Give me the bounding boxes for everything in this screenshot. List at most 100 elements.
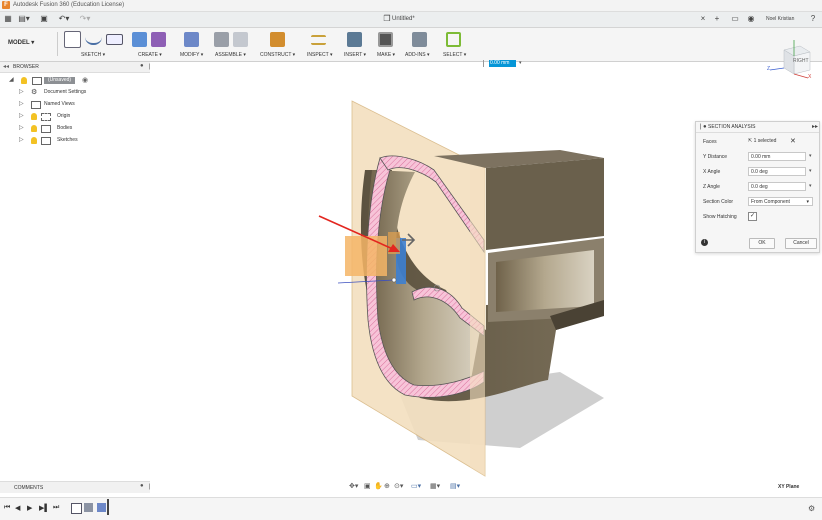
joint-icon[interactable] (233, 32, 248, 47)
scripts-icon[interactable] (412, 32, 427, 47)
zoom-window-icon[interactable]: ⊙▾ (394, 482, 403, 490)
zoom-icon[interactable]: ⊕ (384, 482, 390, 490)
rectangle-icon[interactable] (106, 34, 123, 45)
z-angle-label: Z Angle (703, 184, 720, 190)
ok-button[interactable]: OK (749, 238, 775, 249)
assemble-group[interactable]: ASSEMBLE ▾ (214, 30, 256, 59)
inspect-menu[interactable]: INSPECT ▾ (307, 52, 333, 58)
select-menu[interactable]: SELECT ▾ (443, 52, 466, 58)
grid-menu-icon[interactable]: ▦ (3, 14, 13, 24)
chevron-down-icon[interactable]: ▾ (809, 168, 812, 174)
z-angle-input[interactable]: 0.0 deg (748, 182, 806, 191)
make-group[interactable]: MAKE ▾ (375, 30, 399, 59)
create-menu[interactable]: CREATE ▾ (138, 52, 162, 58)
x-axis-line (793, 73, 809, 79)
show-hatching-checkbox[interactable]: ✓ (748, 212, 757, 221)
workspace-switcher[interactable]: MODEL ▾ (8, 39, 34, 46)
add-ins-menu[interactable]: ADD-INS ▾ (405, 52, 429, 58)
section-color-select[interactable]: From Component ▾ (748, 197, 813, 206)
go-to-start-icon[interactable]: ⏮ (4, 504, 10, 512)
insert-group[interactable]: INSERT ▾ (343, 30, 369, 59)
redo-icon[interactable]: ↷▾ (78, 14, 92, 24)
orbit-icon[interactable]: ✥▾ (349, 482, 358, 490)
comments-panel[interactable]: COMMENTS ● ❘ (0, 481, 152, 493)
inspect-group[interactable]: INSPECT ▾ (307, 30, 337, 59)
timeline-body-feature-icon[interactable] (84, 503, 93, 512)
close-tab-icon[interactable]: × (698, 14, 708, 24)
info-icon[interactable]: i (701, 239, 708, 246)
extrude-icon[interactable] (132, 32, 147, 47)
chevron-down-icon[interactable]: ▾ (809, 153, 812, 159)
pan-icon[interactable]: ✋ (374, 482, 383, 490)
view-cube[interactable]: RIGHT Z X (766, 38, 814, 82)
chevron-down-icon[interactable]: ▾ (809, 183, 812, 189)
make-menu[interactable]: MAKE ▾ (377, 52, 395, 58)
file-menu-icon[interactable]: ▤▾ (17, 14, 31, 24)
press-pull-icon[interactable] (184, 32, 199, 47)
play-icon[interactable]: ▶ (27, 504, 32, 512)
manipulator-plane-handle[interactable] (345, 236, 387, 276)
panel-grip-icon[interactable]: ❘● (698, 123, 707, 130)
manipulator-origin[interactable] (391, 277, 397, 283)
modify-group[interactable]: MODIFY ▾ (180, 30, 210, 59)
step-back-icon[interactable]: ◀ (15, 504, 20, 512)
assemble-menu[interactable]: ASSEMBLE ▾ (215, 52, 246, 58)
user-name[interactable]: Noel Kristian (766, 14, 794, 24)
construct-menu[interactable]: CONSTRUCT ▾ (260, 52, 295, 58)
new-tab-icon[interactable]: + (712, 14, 722, 24)
select-icon[interactable] (446, 32, 461, 47)
comments-title: COMMENTS (14, 485, 44, 491)
help-icon[interactable]: ? (808, 14, 818, 24)
add-comment-icon[interactable]: ● (140, 483, 144, 489)
y-distance-label: Y Distance (703, 154, 728, 160)
save-icon[interactable]: ▣ (38, 14, 50, 24)
insert-image-icon[interactable] (347, 32, 362, 47)
duct-front-face[interactable] (486, 158, 604, 250)
new-component-icon[interactable] (214, 32, 229, 47)
3d-print-icon[interactable] (378, 32, 393, 47)
timeline-extrude-feature-icon[interactable] (97, 503, 106, 512)
step-forward-icon[interactable]: ▶▌ (39, 504, 49, 512)
look-at-icon[interactable]: ▣ (364, 482, 371, 490)
x-angle-input[interactable]: 0.0 deg (748, 167, 806, 176)
line-icon[interactable] (85, 35, 102, 45)
timeline-settings-gear-icon[interactable]: ⚙ (808, 504, 815, 513)
timeline-sketch-feature-icon[interactable] (71, 503, 82, 514)
chevron-down-icon: ▾ (806, 199, 809, 205)
clear-selection-icon[interactable]: ✕ (790, 137, 796, 145)
create-group[interactable]: CREATE ▾ (132, 30, 172, 59)
faces-selector[interactable]: ⇱ 1 selected (748, 137, 788, 146)
select-group[interactable]: SELECT ▾ (443, 30, 469, 59)
add-ins-group[interactable]: ADD-INS ▾ (405, 30, 435, 59)
fusion-logo-icon: F (2, 1, 10, 9)
timeline-marker[interactable] (107, 499, 109, 515)
y-distance-input[interactable]: 0.00 mm (748, 152, 806, 161)
faces-label: Faces (703, 139, 717, 145)
modify-menu[interactable]: MODIFY ▾ (180, 52, 203, 58)
display-settings-icon[interactable]: ▭▾ (411, 482, 421, 490)
insert-menu[interactable]: INSERT ▾ (344, 52, 366, 58)
undo-icon[interactable]: ↶▾ (57, 14, 71, 24)
construct-group[interactable]: CONSTRUCT ▾ (260, 30, 298, 59)
cancel-button[interactable]: Cancel (785, 238, 817, 249)
create-sketch-icon[interactable] (64, 31, 81, 48)
form-icon[interactable] (151, 32, 166, 47)
measure-icon[interactable] (311, 34, 326, 45)
job-status-icon[interactable]: ◉ (746, 14, 756, 24)
sketch-group[interactable]: SKETCH ▾ (64, 30, 128, 59)
pin-icon[interactable]: ❘ (147, 483, 152, 490)
expand-panel-icon[interactable]: ▸▸ (812, 123, 818, 130)
window-titlebar: F Autodesk Fusion 360 (Education License… (0, 0, 822, 12)
sketch-menu[interactable]: SKETCH ▾ (81, 52, 105, 58)
notifications-icon[interactable]: ▭ (730, 14, 740, 24)
document-tab-title[interactable]: Untitled* (392, 14, 415, 24)
section-color-label: Section Color (703, 199, 734, 205)
panel-title: SECTION ANALYSIS (708, 124, 756, 130)
panel-header[interactable]: ❘● SECTION ANALYSIS ▸▸ (696, 122, 819, 133)
show-hatching-label: Show Hatching (703, 214, 737, 220)
grid-settings-icon[interactable]: ▦▾ (430, 482, 440, 490)
viewports-icon[interactable]: ▤▾ (450, 482, 460, 490)
offset-plane-icon[interactable] (270, 32, 285, 47)
x-axis-label: X (808, 74, 812, 80)
go-to-end-icon[interactable]: ⏭ (53, 504, 59, 512)
